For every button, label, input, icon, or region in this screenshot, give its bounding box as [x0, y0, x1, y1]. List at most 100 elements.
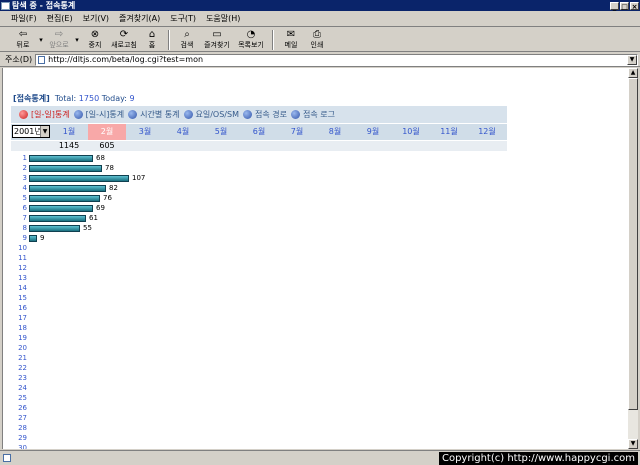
menu-file[interactable]: 파일(F) — [6, 13, 42, 24]
day-label: 14 — [18, 284, 27, 292]
day-row: 28 — [3, 423, 29, 433]
day-label: 20 — [18, 344, 27, 352]
menu-favorites[interactable]: 즐겨찾기(A) — [114, 13, 165, 24]
day-value: 68 — [96, 154, 105, 162]
menu-tools[interactable]: 도구(T) — [165, 13, 201, 24]
day-bar — [29, 194, 100, 202]
month-12[interactable]: 12월 — [468, 124, 506, 140]
day-bar — [29, 204, 93, 212]
day-label: 27 — [18, 414, 27, 422]
mail-button[interactable]: ✉ 메일 — [278, 28, 304, 52]
toolbar: ⇦ 뒤로 ▾ ⇨ 앞으로 ▾ ⊗ 중지 ⟳ 새로고침 ⌂ 홈 ⌕ 검색 ▭ 즐겨… — [0, 28, 640, 52]
forward-button[interactable]: ⇨ 앞으로 — [46, 28, 72, 52]
menubar: 파일(F) 편집(E) 보기(V) 즐겨찾기(A) 도구(T) 도움말(H) — [0, 11, 640, 27]
day-label: 24 — [18, 384, 27, 392]
day-label: 1 — [22, 154, 27, 162]
day-label: 19 — [18, 334, 27, 342]
refresh-button[interactable]: ⟳ 새로고침 — [108, 28, 140, 52]
tab-0[interactable]: [일-일]통계 — [19, 109, 70, 120]
close-button[interactable]: × — [630, 1, 639, 11]
favorites-button[interactable]: ▭ 즐겨찾기 — [200, 28, 234, 52]
month-5[interactable]: 5월 — [202, 124, 240, 140]
tab-label: [일-시]통계 — [85, 110, 125, 119]
vertical-scrollbar[interactable]: ▲ ▼ — [628, 68, 638, 449]
history-button[interactable]: ◔ 목록보기 — [234, 28, 268, 52]
day-label: 9 — [22, 234, 27, 242]
month-3[interactable]: 3월 — [126, 124, 164, 140]
total-label: Total: — [54, 94, 77, 103]
month-9[interactable]: 9월 — [354, 124, 392, 140]
day-bar — [29, 174, 129, 182]
tab-1[interactable]: [일-시]통계 — [73, 109, 125, 120]
address-dropdown-button[interactable]: ▼ — [627, 54, 637, 65]
day-row: 22 — [3, 363, 29, 373]
day-row: 6 69 — [3, 203, 105, 213]
scroll-up-arrow[interactable]: ▲ — [628, 68, 638, 78]
month-7[interactable]: 7월 — [278, 124, 316, 140]
scroll-thumb[interactable] — [628, 78, 638, 410]
month-10[interactable]: 10월 — [392, 124, 430, 140]
day-bar — [29, 224, 80, 232]
tab-4[interactable]: 접속 경로 — [242, 109, 287, 120]
refresh-icon: ⟳ — [119, 29, 129, 40]
day-label: 28 — [18, 424, 27, 432]
day-label: 23 — [18, 374, 27, 382]
day-label: 13 — [18, 274, 27, 282]
home-button[interactable]: ⌂ 홈 — [140, 28, 164, 52]
stats-header: [접속통계] Total: 1750 Today: 9 — [13, 93, 135, 104]
tab-2[interactable]: 시간별 통계 — [128, 109, 180, 120]
back-dropdown[interactable]: ▾ — [36, 28, 46, 52]
month-8[interactable]: 8월 — [316, 124, 354, 140]
tab-3[interactable]: 요일/OS/SM — [183, 109, 239, 120]
toolbar-separator — [168, 30, 170, 50]
day-label: 5 — [22, 194, 27, 202]
month-1[interactable]: 1월 — [50, 124, 88, 140]
month-4[interactable]: 4월 — [164, 124, 202, 140]
month-2[interactable]: 2월 — [88, 124, 126, 140]
day-row: 99 — [3, 233, 45, 243]
search-button[interactable]: ⌕ 검색 — [174, 28, 200, 52]
tab-label: 접속 로그 — [302, 110, 335, 119]
bullet-icon — [242, 110, 252, 119]
tab-label: 접속 경로 — [254, 110, 287, 119]
month-11[interactable]: 11월 — [430, 124, 468, 140]
month-6[interactable]: 6월 — [240, 124, 278, 140]
ie-icon — [1, 1, 10, 10]
day-row: 19 — [3, 333, 29, 343]
month-count-6 — [240, 141, 278, 151]
back-button[interactable]: ⇦ 뒤로 — [10, 28, 36, 52]
day-row: 25 — [3, 393, 29, 403]
day-row: 4 82 — [3, 183, 118, 193]
day-label: 21 — [18, 354, 27, 362]
day-label: 22 — [18, 364, 27, 372]
month-count-5 — [202, 141, 240, 151]
menu-view[interactable]: 보기(V) — [78, 13, 114, 24]
day-row: 26 — [3, 403, 29, 413]
menu-edit[interactable]: 편집(E) — [42, 13, 78, 24]
toolbar-separator — [272, 30, 274, 50]
day-value: 107 — [132, 174, 146, 182]
scroll-down-arrow[interactable]: ▼ — [628, 439, 638, 449]
total-count: 1750 — [78, 94, 100, 103]
day-row: 10 — [3, 243, 29, 253]
month-count-9 — [354, 141, 392, 151]
maximize-button[interactable]: □ — [620, 1, 629, 11]
address-input[interactable]: http://dltjs.com/beta/log.cgi?test=mon ▼ — [35, 53, 638, 66]
stop-button[interactable]: ⊗ 중지 — [82, 28, 108, 52]
menu-help[interactable]: 도움말(H) — [201, 13, 245, 24]
day-row: 20 — [3, 343, 29, 353]
mail-icon: ✉ — [286, 29, 296, 40]
back-arrow-icon: ⇦ — [18, 29, 28, 40]
month-count-1: 1145 — [58, 141, 80, 150]
day-label: 3 — [22, 174, 27, 182]
day-row: 29 — [3, 433, 29, 443]
tab-5[interactable]: 접속 로그 — [290, 109, 335, 120]
year-select[interactable]: 2001년 ▼ — [12, 125, 50, 138]
day-row: 1 68 — [3, 153, 105, 163]
minimize-button[interactable]: _ — [610, 1, 619, 11]
forward-dropdown[interactable]: ▾ — [72, 28, 82, 52]
month-count-12 — [468, 141, 506, 151]
stats-tabs: [일-일]통계 [일-시]통계 시간별 통계 요일/OS/SM 접속 경로 접속 로그 — [11, 106, 507, 123]
day-label: 12 — [18, 264, 27, 272]
print-button[interactable]: ⎙ 인쇄 — [304, 28, 330, 52]
